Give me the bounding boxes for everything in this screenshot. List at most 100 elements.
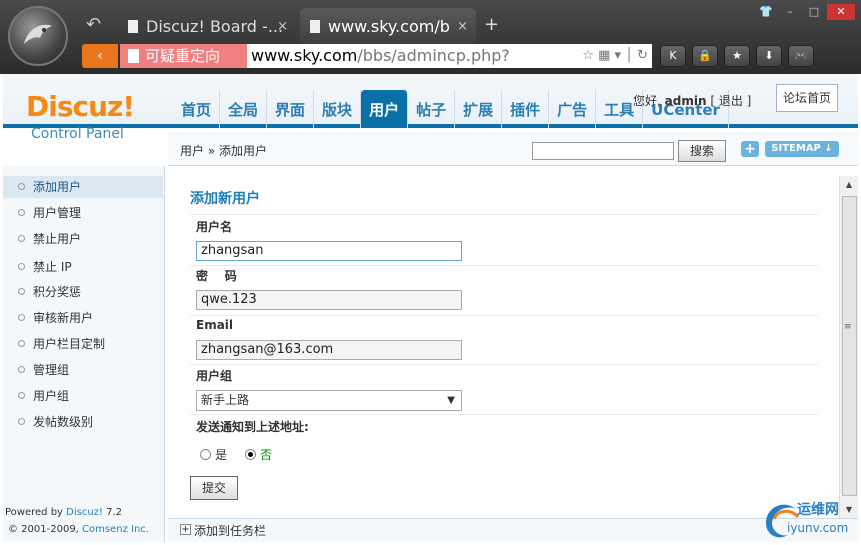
discuz-logo[interactable]: Discuz!: [26, 90, 135, 123]
sidebar-item-post-ranks[interactable]: 发帖数级别: [3, 411, 163, 433]
scroll-thumb[interactable]: [842, 196, 857, 496]
sidebar-item-label: 用户组: [33, 389, 70, 403]
star-icon[interactable]: ★: [724, 45, 750, 67]
sidebar-item-moderate-users[interactable]: 审核新用户: [3, 307, 163, 329]
user-info: 您好, admin [ 退出 ]: [633, 92, 751, 109]
sidebar: 添加用户 用户管理 禁止用户 禁止 IP 积分奖惩 审核新用户 用户栏目定制 管…: [3, 166, 165, 542]
bullet-icon: [18, 340, 25, 347]
url-host: www.sky.com: [251, 46, 358, 65]
divider: [190, 414, 818, 415]
username-input[interactable]: zhangsan: [196, 241, 462, 261]
sidebar-item-ban-ip[interactable]: 禁止 IP: [3, 256, 163, 278]
bullet-icon: [18, 418, 25, 425]
nav-forums[interactable]: 版块: [314, 90, 362, 128]
add-to-taskbar-link[interactable]: 添加到任务栏: [194, 522, 266, 539]
username: admin: [664, 94, 707, 108]
nav-interface[interactable]: 界面: [267, 90, 315, 128]
email-label: Email: [196, 318, 234, 332]
watermark-url: iyunv.com: [787, 521, 849, 535]
minimize-button[interactable]: –: [779, 4, 801, 20]
browser-logo-icon[interactable]: [8, 6, 68, 66]
usergroup-value: 新手上路: [201, 393, 250, 407]
discuz-link[interactable]: Discuz!: [66, 507, 103, 518]
bullet-icon: [18, 288, 25, 295]
nav-global[interactable]: 全局: [220, 90, 268, 128]
usergroup-label: 用户组: [196, 369, 233, 383]
nav-users[interactable]: 用户: [361, 90, 409, 128]
nav-extensions[interactable]: 扩展: [455, 90, 503, 128]
sidebar-item-add-user[interactable]: 添加用户: [3, 176, 163, 198]
url-bar-icons[interactable]: ☆ ▦ ▾ │ ↻: [582, 44, 648, 68]
forum-home-button[interactable]: 论坛首页: [776, 84, 838, 112]
gamepad-icon[interactable]: 🎮: [788, 45, 814, 67]
submit-button[interactable]: 提交: [190, 476, 238, 500]
sidebar-item-user-manage[interactable]: 用户管理: [3, 202, 163, 224]
sidebar-item-label: 积分奖惩: [33, 285, 82, 299]
k-icon[interactable]: K: [660, 45, 686, 67]
search-button[interactable]: 搜索: [678, 140, 726, 162]
notify-radio-group: 是 否: [200, 446, 272, 463]
divider: [190, 265, 818, 266]
close-window-button[interactable]: ✕: [827, 4, 855, 20]
back-button[interactable]: ‹: [82, 44, 118, 68]
bullet-icon: [18, 392, 25, 399]
taskbar: + 添加到任务栏: [168, 518, 858, 542]
lock-icon[interactable]: 🔒: [692, 45, 718, 67]
main-content: 添加新用户 用户名 zhangsan 密 码 qwe.123 Email zha…: [168, 168, 839, 518]
sidebar-item-profile-fields[interactable]: 用户栏目定制: [3, 333, 163, 355]
breadcrumb-bar: 用户 » 添加用户 搜索 + SITEMAP ↓: [168, 132, 858, 166]
nav-ads[interactable]: 广告: [549, 90, 597, 128]
redirect-warning[interactable]: 可疑重定向: [120, 44, 247, 68]
copyright: © 2001-2009, Comsenz Inc.: [8, 524, 149, 535]
sidebar-item-admin-groups[interactable]: 管理组: [3, 359, 163, 381]
search-input[interactable]: [532, 142, 674, 160]
bullet-icon: [18, 183, 25, 190]
sidebar-item-label: 发帖数级别: [33, 415, 94, 429]
nav-plugins[interactable]: 插件: [502, 90, 550, 128]
chevron-down-icon: ▼: [447, 395, 455, 406]
bullet-icon: [18, 263, 25, 270]
scrollbar[interactable]: ▲ ≡ ▼: [839, 176, 858, 518]
scroll-up-icon[interactable]: ▲: [840, 176, 858, 193]
window-controls: 👕 – □ ✕: [755, 4, 855, 20]
divider: [190, 364, 818, 365]
tab-discuz-board[interactable]: Discuz! Board -... ×: [118, 8, 296, 46]
divider: [190, 214, 818, 215]
email-input[interactable]: zhangsan@163.com: [196, 340, 462, 360]
password-label: 密 码: [196, 269, 237, 283]
divider: [190, 315, 818, 316]
tab-close-icon[interactable]: ×: [457, 8, 468, 46]
notify-yes-radio[interactable]: [200, 449, 211, 460]
sidebar-item-credits[interactable]: 积分奖惩: [3, 281, 163, 303]
version: 7.2: [102, 507, 123, 518]
powered-by: Powered by Discuz! 7.2: [5, 507, 122, 518]
address-bar[interactable]: www.sky.com/bbs/admincp.php? ☆ ▦ ▾ │ ↻: [247, 44, 652, 68]
breadcrumb: 用户 » 添加用户: [180, 144, 267, 158]
tab-back-icon[interactable]: ↶: [86, 14, 101, 35]
usergroup-select[interactable]: 新手上路 ▼: [196, 390, 462, 411]
plus-icon[interactable]: +: [180, 524, 191, 535]
document-icon: [128, 20, 138, 33]
sitemap-button[interactable]: SITEMAP ↓: [765, 141, 839, 157]
sidebar-item-label: 用户栏目定制: [33, 337, 106, 351]
username-label: 用户名: [196, 220, 233, 234]
sidebar-item-ban-user[interactable]: 禁止用户: [3, 228, 163, 250]
bullet-icon: [18, 235, 25, 242]
skin-icon[interactable]: 👕: [755, 4, 777, 20]
download-icon[interactable]: ⬇: [756, 45, 782, 67]
url-path: /bbs/admincp.php?: [357, 46, 510, 65]
new-tab-button[interactable]: +: [484, 14, 499, 35]
sidebar-item-user-groups[interactable]: 用户组: [3, 385, 163, 407]
tab-close-icon[interactable]: ×: [277, 8, 288, 46]
add-shortcut-button[interactable]: +: [741, 141, 759, 157]
comsenz-link[interactable]: Comsenz Inc.: [82, 524, 149, 535]
nav-posts[interactable]: 帖子: [408, 90, 456, 128]
maximize-button[interactable]: □: [803, 4, 825, 20]
notify-no-radio[interactable]: [245, 449, 257, 460]
document-icon: [310, 20, 320, 33]
password-input[interactable]: qwe.123: [196, 290, 462, 310]
logout-link[interactable]: [ 退出 ]: [710, 94, 751, 108]
tab-admincp[interactable]: www.sky.com/b ×: [300, 8, 476, 46]
nav-home[interactable]: 首页: [173, 90, 221, 128]
notify-no-label: 否: [260, 448, 273, 462]
